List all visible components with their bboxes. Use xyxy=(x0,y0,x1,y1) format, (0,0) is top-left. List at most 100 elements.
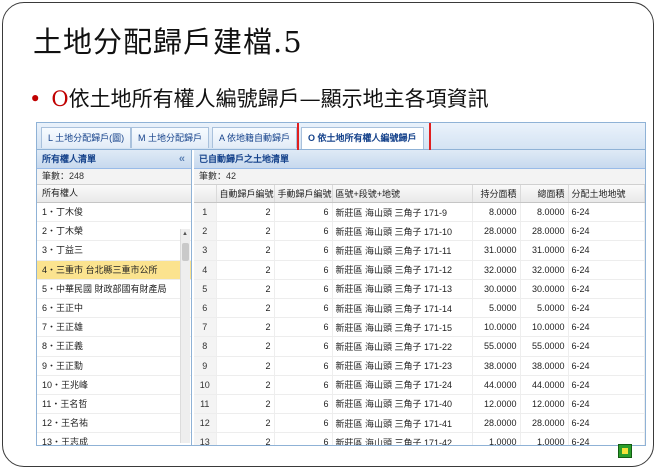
table-cell: 38.0000 xyxy=(520,356,569,376)
table-cell: 1.0000 xyxy=(520,432,569,445)
bullet-dot-icon: • xyxy=(29,87,42,111)
table-cell: 32.0000 xyxy=(520,260,569,280)
table-cell: 10.0000 xyxy=(472,317,521,338)
owner-list-panel: 所有權人清單 « 筆數：248 所有權人 1・丁木俊 2・丁木榮 3・丁益三 4・三重… xyxy=(37,150,192,445)
owner-column-header[interactable]: 所有權人 xyxy=(37,185,191,203)
table-row[interactable]: 3 2 6 新莊區 海山頭 三角子 171-11 31.0000 31.0000 6-24 xyxy=(194,240,645,261)
table-cell: 6 xyxy=(274,298,333,319)
table-row[interactable]: 11 2 6 新莊區 海山頭 三角子 171-40 12.0000 12.0000 6-24 xyxy=(194,394,645,415)
owner-row[interactable]: 12・王名祐 xyxy=(37,414,191,434)
table-cell: 5.0000 xyxy=(472,298,521,319)
table-cell: 10.0000 xyxy=(520,317,569,338)
table-row[interactable]: 4 2 6 新莊區 海山頭 三角子 171-12 32.0000 32.0000 6-24 xyxy=(194,260,645,280)
scroll-up-icon[interactable]: ▲ xyxy=(182,231,188,237)
table-cell: 2 xyxy=(216,240,275,261)
collapse-icon[interactable]: « xyxy=(179,150,185,168)
table-cell: 新莊區 海山頭 三角子 171-23 xyxy=(332,356,473,376)
table-row[interactable]: 9 2 6 新莊區 海山頭 三角子 171-23 38.0000 38.0000 6-24 xyxy=(194,356,645,376)
row-number: 6 xyxy=(194,298,217,319)
table-cell: 2 xyxy=(216,336,275,357)
tab-land-allocation-map[interactable]: L 土地分配歸戶(圖) xyxy=(41,127,132,148)
column-header[interactable]: 自動歸戶編號 xyxy=(216,185,275,203)
table-cell: 6-24 xyxy=(568,413,645,434)
table-cell: 30.0000 xyxy=(472,279,521,299)
table-row[interactable]: 13 2 6 新莊區 海山頭 三角子 171-42 1.0000 1.0000 6-24 xyxy=(194,432,645,445)
owner-row[interactable]: 4・三重市 台北縣三重市公所 xyxy=(37,260,191,280)
table-cell: 新莊區 海山頭 三角子 171-13 xyxy=(332,279,473,299)
table-row[interactable]: 6 2 6 新莊區 海山頭 三角子 171-14 5.0000 5.0000 6-24 xyxy=(194,298,645,319)
tab-auto-cadastral[interactable]: A 依地籍自動歸戶 xyxy=(212,127,298,148)
table-row[interactable]: 10 2 6 新莊區 海山頭 三角子 171-24 44.0000 44.0000 6-24 xyxy=(194,375,645,395)
row-number: 5 xyxy=(194,279,217,299)
table-row[interactable]: 8 2 6 新莊區 海山頭 三角子 171-22 55.0000 55.0000 6-24 xyxy=(194,336,645,357)
table-row[interactable]: 1 2 6 新莊區 海山頭 三角子 171-9 8.0000 8.0000 6-24 xyxy=(194,202,645,223)
owner-row[interactable]: 11・王名哲 xyxy=(37,395,191,415)
table-cell: 28.0000 xyxy=(472,221,521,242)
table-cell: 6-24 xyxy=(568,279,645,299)
row-number: 13 xyxy=(194,432,217,445)
column-header[interactable] xyxy=(194,185,217,203)
table-cell: 6 xyxy=(274,394,333,415)
table-cell: 2 xyxy=(216,394,275,415)
owner-row[interactable]: 13・王志成 xyxy=(37,433,191,445)
scroll-thumb[interactable] xyxy=(182,243,189,261)
table-cell: 6 xyxy=(274,221,333,242)
owner-row[interactable]: 10・王兆峰 xyxy=(37,376,191,395)
table-cell: 6-24 xyxy=(568,317,645,338)
owner-row[interactable]: 5・中華民國 財政部國有財產局 xyxy=(37,280,191,299)
owner-list-header: 所有權人清單 « xyxy=(37,150,191,169)
column-header[interactable]: 分配土地地號 xyxy=(568,185,645,203)
owner-row[interactable]: 3・丁益三 xyxy=(37,241,191,261)
table-cell: 6-24 xyxy=(568,394,645,415)
table-cell: 6 xyxy=(274,375,333,395)
table-cell: 2 xyxy=(216,356,275,376)
owner-list-title: 所有權人清單 xyxy=(42,154,97,164)
table-cell: 6-24 xyxy=(568,336,645,357)
table-cell: 6-24 xyxy=(568,356,645,376)
tab-bar: L 土地分配歸戶(圖) M 土地分配歸戶 A 依地籍自動歸戶 O 依土地所有權人… xyxy=(37,123,645,154)
table-cell: 30.0000 xyxy=(520,279,569,299)
land-count: 筆數：42 xyxy=(194,169,645,185)
column-header[interactable]: 區號+段號+地號 xyxy=(332,185,473,203)
table-cell: 38.0000 xyxy=(472,356,521,376)
table-row[interactable]: 5 2 6 新莊區 海山頭 三角子 171-13 30.0000 30.0000 6-24 xyxy=(194,279,645,299)
table-cell: 2 xyxy=(216,202,275,223)
column-header[interactable]: 總面積 xyxy=(520,185,569,203)
land-list-header: 已自動歸戶之土地清單 xyxy=(194,150,645,169)
row-number: 3 xyxy=(194,240,217,261)
owner-row[interactable]: 8・王正義 xyxy=(37,337,191,357)
land-table: 自動歸戶編號 手動歸戶編號 區號+段號+地號 持分面積 總面積 分配土地地號 1 2 6 新莊區… xyxy=(194,185,645,445)
row-number: 11 xyxy=(194,394,217,415)
table-cell: 2 xyxy=(216,375,275,395)
table-row[interactable]: 7 2 6 新莊區 海山頭 三角子 171-15 10.0000 10.0000 6-24 xyxy=(194,317,645,338)
column-header[interactable]: 手動歸戶編號 xyxy=(274,185,333,203)
table-cell: 28.0000 xyxy=(520,221,569,242)
table-row[interactable]: 2 2 6 新莊區 海山頭 三角子 171-10 28.0000 28.0000 6-24 xyxy=(194,221,645,242)
table-cell: 新莊區 海山頭 三角子 171-9 xyxy=(332,202,473,223)
owner-list-scrollbar[interactable]: ▲ xyxy=(180,229,190,443)
table-cell: 2 xyxy=(216,260,275,280)
table-cell: 12.0000 xyxy=(472,394,521,415)
owner-row[interactable]: 1・丁木俊 xyxy=(37,203,191,223)
slide-title: 土地分配歸戶建檔.5 xyxy=(33,25,303,59)
row-number: 1 xyxy=(194,202,217,223)
table-cell: 2 xyxy=(216,279,275,299)
tab-land-allocation[interactable]: M 土地分配歸戶 xyxy=(131,127,209,148)
table-cell: 新莊區 海山頭 三角子 171-14 xyxy=(332,298,473,319)
table-cell: 新莊區 海山頭 三角子 171-22 xyxy=(332,336,473,357)
table-cell: 6-24 xyxy=(568,240,645,261)
owner-row[interactable]: 7・王正雄 xyxy=(37,318,191,338)
slide-nav-icon[interactable] xyxy=(618,444,632,458)
table-cell: 28.0000 xyxy=(520,413,569,434)
table-cell: 新莊區 海山頭 三角子 171-24 xyxy=(332,375,473,395)
column-header[interactable]: 持分面積 xyxy=(472,185,521,203)
table-cell: 2 xyxy=(216,413,275,434)
owner-row[interactable]: 2・丁木榮 xyxy=(37,222,191,242)
table-cell: 8.0000 xyxy=(520,202,569,223)
bullet-key: O xyxy=(51,87,69,111)
owner-row[interactable]: 6・王正中 xyxy=(37,299,191,319)
owner-row[interactable]: 9・王正勳 xyxy=(37,357,191,376)
table-row[interactable]: 12 2 6 新莊區 海山頭 三角子 171-41 28.0000 28.0000 6-24 xyxy=(194,413,645,434)
table-cell: 6-24 xyxy=(568,375,645,395)
table-cell: 新莊區 海山頭 三角子 171-12 xyxy=(332,260,473,280)
